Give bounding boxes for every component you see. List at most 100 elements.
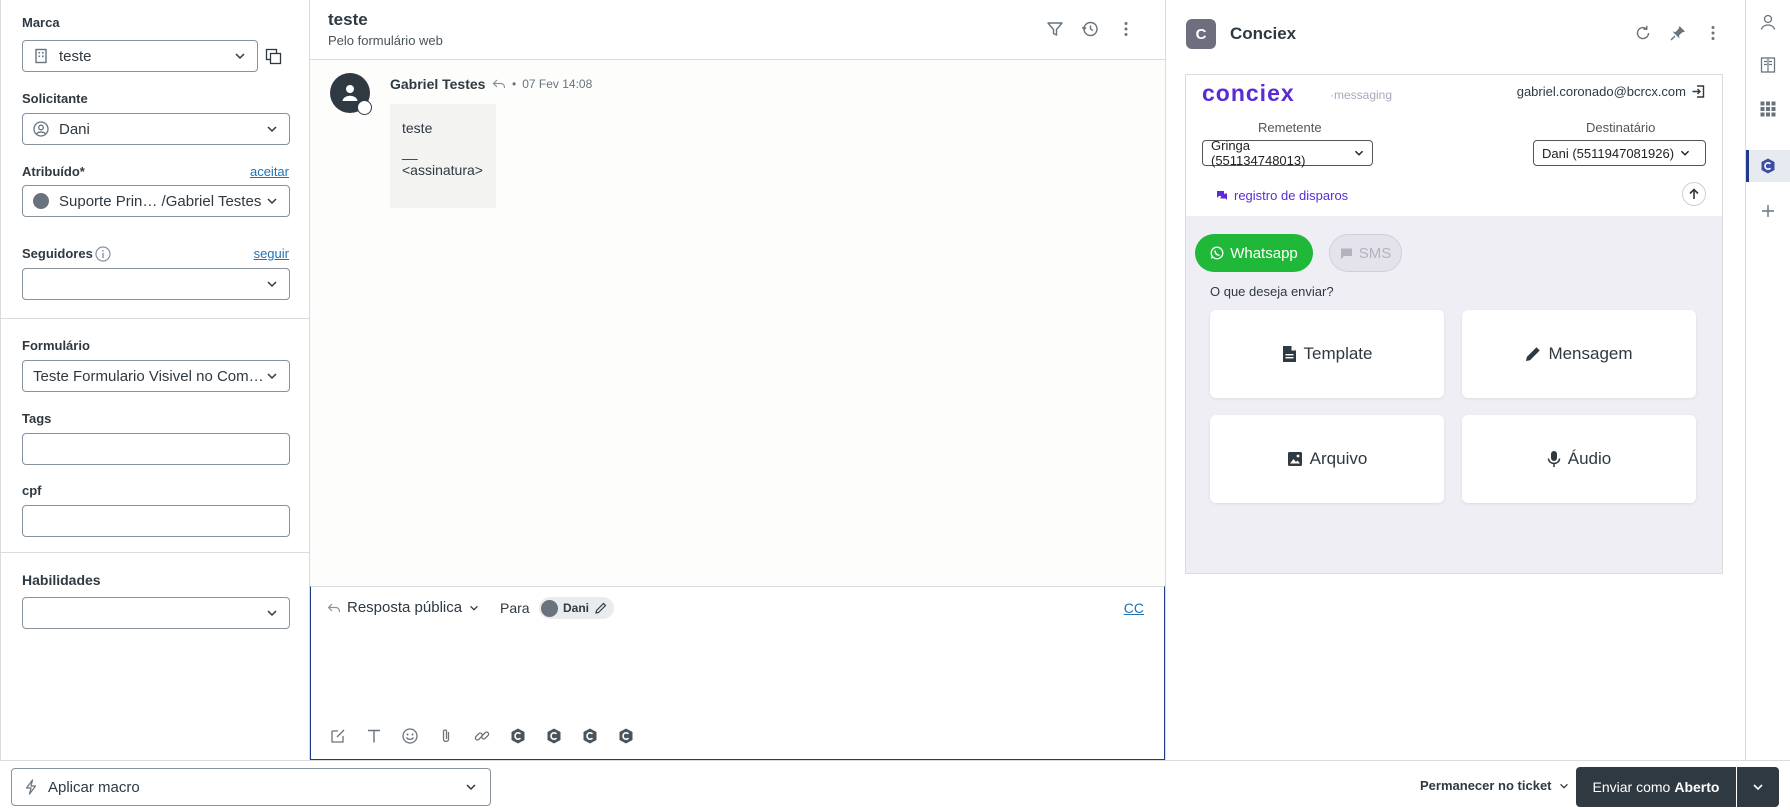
logout-icon[interactable]	[1691, 84, 1706, 99]
chat-bubbles-icon	[1217, 190, 1227, 200]
conciex-app-icon[interactable]	[509, 727, 527, 745]
knowledge-book-icon[interactable]	[1759, 56, 1777, 74]
ticket-channel: Pelo formulário web	[328, 33, 443, 48]
chevron-down-icon	[235, 53, 245, 60]
info-icon[interactable]	[95, 246, 111, 262]
apps-grid-icon[interactable]	[1759, 100, 1777, 118]
formulario-label: Formulário	[22, 338, 90, 353]
pin-icon[interactable]	[1669, 24, 1687, 42]
message-author[interactable]: Gabriel Testes	[390, 76, 485, 92]
apply-macro-select[interactable]: Aplicar macro	[11, 768, 491, 806]
destinatario-select[interactable]: Dani (5511947081926)	[1533, 140, 1706, 166]
marca-value: teste	[59, 47, 92, 65]
agent-badge-icon	[357, 100, 372, 115]
formulario-select[interactable]: Teste Formulario Visivel no Com…	[22, 360, 290, 392]
tags-input[interactable]	[22, 433, 290, 465]
marca-select[interactable]: teste	[22, 40, 258, 72]
author-avatar[interactable]	[330, 73, 372, 115]
conciex-app-icon[interactable]	[545, 727, 563, 745]
conciex-iframe: conciex ·messaging gabriel.coronado@bcrc…	[1185, 74, 1723, 574]
compose-icon[interactable]	[329, 727, 347, 745]
recipient-avatar	[541, 599, 558, 617]
seguidores-label: Seguidores	[22, 246, 93, 261]
plus-icon[interactable]	[1759, 202, 1777, 220]
solicitante-select[interactable]: Dani	[22, 113, 290, 145]
solicitante-label: Solicitante	[22, 91, 88, 106]
submit-button[interactable]: Enviar como Aberto	[1576, 767, 1736, 807]
aceitar-link[interactable]: aceitar	[250, 164, 289, 179]
conciex-header: conciex ·messaging gabriel.coronado@bcrc…	[1186, 75, 1722, 216]
chevron-down-icon	[1354, 150, 1364, 156]
atribuido-label: Atribuído*	[22, 164, 85, 179]
user-silhouette-icon	[342, 85, 358, 101]
remetente-select[interactable]: Gringa (551134748013)	[1202, 138, 1373, 168]
composer-toolbar	[329, 727, 635, 745]
emoji-icon[interactable]	[401, 727, 419, 745]
building-icon	[35, 48, 47, 64]
audio-card[interactable]: Áudio	[1462, 415, 1696, 503]
conciex-logo: C	[1186, 19, 1216, 49]
copy-icon[interactable]	[265, 48, 282, 65]
registro-disparos-link[interactable]: registro de disparos	[1216, 188, 1348, 203]
tags-label: Tags	[22, 411, 52, 426]
meta-separator: •	[512, 77, 517, 91]
reply-composer[interactable]: Resposta pública Para Dani CC	[310, 586, 1165, 760]
destinatario-value: Dani (5511947081926)	[1542, 145, 1675, 161]
seguir-link[interactable]: seguir	[254, 246, 289, 261]
recipient-chip[interactable]: Dani	[539, 597, 615, 619]
remetente-label: Remetente	[1258, 120, 1322, 135]
stay-on-ticket-select[interactable]: Permanecer no ticket	[1420, 778, 1570, 793]
link-icon[interactable]	[473, 727, 491, 745]
reply-type-select[interactable]: Resposta pública	[327, 599, 480, 616]
conciex-app-icon[interactable]	[581, 727, 599, 745]
cpf-input[interactable]	[22, 505, 290, 537]
send-question: O que deseja enviar?	[1210, 284, 1334, 299]
chevron-down-icon	[267, 373, 277, 380]
conciex-app-icon[interactable]	[617, 727, 635, 745]
atribuido-value: Suporte Prin… /Gabriel Testes	[59, 192, 262, 210]
submit-status: Aberto	[1674, 779, 1720, 795]
reply-type-label: Resposta pública	[347, 599, 463, 616]
refresh-icon[interactable]	[1634, 24, 1652, 42]
cpf-label: cpf	[22, 483, 42, 498]
sms-channel-button[interactable]: SMS	[1329, 234, 1402, 272]
destinatario-label: Destinatário	[1586, 120, 1656, 135]
submit-options-button[interactable]	[1737, 767, 1779, 807]
mensagem-card[interactable]: Mensagem	[1462, 310, 1696, 398]
formulario-value: Teste Formulario Visivel no Com…	[33, 367, 264, 385]
atribuido-select[interactable]: Suporte Prin… /Gabriel Testes	[22, 185, 290, 217]
message-body: teste __ <assinatura>	[390, 104, 496, 208]
microphone-icon	[1547, 451, 1560, 467]
history-icon[interactable]	[1081, 20, 1099, 38]
pencil-icon	[1526, 347, 1541, 361]
pencil-icon[interactable]	[594, 601, 608, 615]
template-card[interactable]: Template	[1210, 310, 1444, 398]
user-icon[interactable]	[1759, 13, 1777, 31]
message-text: teste	[402, 120, 433, 136]
habilidades-label: Habilidades	[22, 572, 101, 588]
filter-icon[interactable]	[1046, 20, 1064, 38]
seguidores-select[interactable]	[22, 268, 290, 300]
chevron-down-icon	[1753, 784, 1763, 791]
audio-label: Áudio	[1567, 449, 1612, 468]
chevron-down-icon	[267, 610, 277, 617]
arquivo-label: Arquivo	[1309, 449, 1368, 468]
attachment-icon[interactable]	[437, 727, 455, 745]
text-format-icon[interactable]	[365, 727, 383, 745]
ticket-header: teste Pelo formulário web	[310, 0, 1165, 60]
more-options-icon[interactable]	[1117, 20, 1135, 38]
more-options-icon[interactable]	[1704, 24, 1722, 42]
whatsapp-channel-button[interactable]: Whatsapp	[1195, 234, 1313, 272]
marca-label: Marca	[22, 15, 60, 30]
conciex-app-icon[interactable]	[1759, 157, 1777, 175]
cc-link[interactable]: CC	[1124, 600, 1144, 616]
whatsapp-label: Whatsapp	[1230, 244, 1298, 262]
app-name: Conciex	[1230, 24, 1297, 43]
sms-label: SMS	[1358, 244, 1392, 262]
scroll-up-button[interactable]	[1682, 182, 1706, 206]
reply-icon	[327, 603, 341, 612]
conversation-pane: teste Pelo formulário web Gabriel Testes…	[310, 0, 1165, 760]
mensagem-label: Mensagem	[1548, 344, 1633, 363]
arquivo-card[interactable]: Arquivo	[1210, 415, 1444, 503]
habilidades-select[interactable]	[22, 597, 290, 629]
